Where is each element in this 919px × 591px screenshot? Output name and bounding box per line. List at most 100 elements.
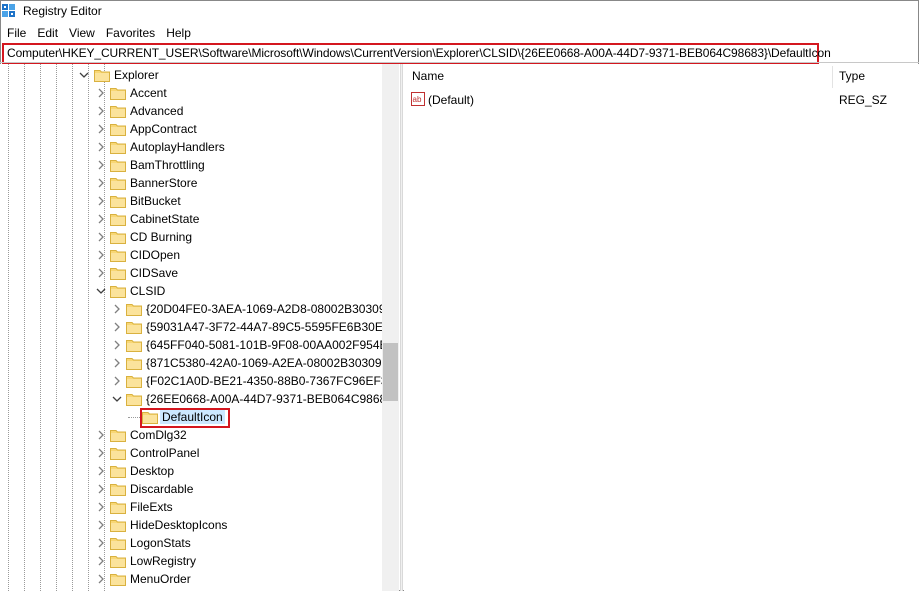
- tree-item-clsid-key[interactable]: {59031A47-3F72-44A7-89C5-5595FE6B30EE}: [0, 318, 395, 336]
- tree-item[interactable]: AutoplayHandlers: [0, 138, 382, 156]
- chevron-right-icon[interactable]: [95, 483, 107, 495]
- tree-item[interactable]: CIDSave: [0, 264, 382, 282]
- tree-item[interactable]: CD Burning: [0, 228, 382, 246]
- tree-item-clsid[interactable]: CLSID: [0, 282, 382, 300]
- tree-item[interactable]: BitBucket: [0, 192, 382, 210]
- tree-label: Accent: [130, 86, 167, 100]
- tree-item[interactable]: ControlPanel: [0, 444, 382, 462]
- tree-label: Advanced: [130, 104, 184, 118]
- folder-icon: [110, 194, 126, 208]
- chevron-down-icon[interactable]: [78, 69, 90, 81]
- title-bar[interactable]: Registry Editor: [0, 0, 919, 22]
- tree-item-clsid-key[interactable]: {645FF040-5081-101B-9F08-00AA002F954E}: [0, 336, 392, 354]
- chevron-right-icon[interactable]: [95, 195, 107, 207]
- folder-icon: [126, 338, 142, 352]
- chevron-right-icon[interactable]: [111, 303, 123, 315]
- chevron-down-icon[interactable]: [95, 285, 107, 297]
- tree-label: FileExts: [130, 500, 173, 514]
- chevron-right-icon[interactable]: [111, 375, 123, 387]
- tree-item[interactable]: LowRegistry: [0, 552, 382, 570]
- tree-label: HideDesktopIcons: [130, 518, 228, 532]
- folder-icon: [126, 356, 142, 370]
- folder-icon: [110, 140, 126, 154]
- tree-item[interactable]: Desktop: [0, 462, 382, 480]
- menu-edit[interactable]: Edit: [37, 23, 58, 42]
- address-bar[interactable]: Computer\HKEY_CURRENT_USER\Software\Micr…: [2, 43, 831, 64]
- chevron-right-icon[interactable]: [95, 555, 107, 567]
- chevron-right-icon[interactable]: [95, 249, 107, 261]
- chevron-right-icon[interactable]: [95, 537, 107, 549]
- menu-favorites[interactable]: Favorites: [106, 23, 155, 42]
- tree-item-explorer[interactable]: Explorer: [0, 66, 382, 84]
- tree-scroll-thumb[interactable]: [383, 343, 398, 401]
- tree-item[interactable]: LogonStats: [0, 534, 382, 552]
- tree-item[interactable]: Advanced: [0, 102, 382, 120]
- tree-item[interactable]: BamThrottling: [0, 156, 382, 174]
- folder-icon: [110, 464, 126, 478]
- tree-label: {645FF040-5081-101B-9F08-00AA002F954E}: [146, 338, 392, 352]
- tree-item-clsid-key[interactable]: {F02C1A0D-BE21-4350-88B0-7367FC96EF3C}: [0, 372, 399, 390]
- pane-splitter[interactable]: [400, 64, 403, 591]
- tree-item-clsid-key[interactable]: {871C5380-42A0-1069-A2EA-08002B30309D}: [0, 354, 394, 372]
- chevron-right-icon[interactable]: [95, 573, 107, 585]
- folder-icon: [110, 536, 126, 550]
- tree-label: LogonStats: [130, 536, 191, 550]
- tree-item[interactable]: BannerStore: [0, 174, 382, 192]
- values-pane[interactable]: Name Type ab (Default) REG_SZ: [404, 64, 919, 591]
- tree-item[interactable]: HideDesktopIcons: [0, 516, 382, 534]
- chevron-right-icon[interactable]: [95, 501, 107, 513]
- key-tree[interactable]: Explorer Accent Advanced AppContract Autopla…: [0, 64, 399, 591]
- chevron-right-icon[interactable]: [95, 231, 107, 243]
- value-row[interactable]: ab (Default) REG_SZ: [404, 91, 919, 109]
- menu-file[interactable]: File: [7, 23, 26, 42]
- chevron-right-icon[interactable]: [95, 177, 107, 189]
- folder-icon: [142, 410, 158, 424]
- chevron-right-icon[interactable]: [95, 87, 107, 99]
- column-divider[interactable]: [832, 66, 833, 88]
- folder-icon: [110, 158, 126, 172]
- menu-view[interactable]: View: [69, 23, 95, 42]
- folder-icon: [110, 500, 126, 514]
- chevron-right-icon[interactable]: [95, 141, 107, 153]
- folder-icon: [110, 284, 126, 298]
- column-name-header[interactable]: Name: [412, 64, 444, 88]
- tree-item[interactable]: CabinetState: [0, 210, 382, 228]
- tree-item[interactable]: Discardable: [0, 480, 382, 498]
- address-path[interactable]: Computer\HKEY_CURRENT_USER\Software\Micr…: [7, 46, 831, 61]
- tree-item[interactable]: FileExts: [0, 498, 382, 516]
- column-type-header[interactable]: Type: [839, 64, 865, 88]
- chevron-right-icon[interactable]: [95, 267, 107, 279]
- tree-label: MenuOrder: [130, 572, 191, 586]
- chevron-down-icon[interactable]: [111, 393, 123, 405]
- chevron-right-icon[interactable]: [95, 105, 107, 117]
- folder-icon: [126, 320, 142, 334]
- menu-help[interactable]: Help: [166, 23, 191, 42]
- tree-item[interactable]: CIDOpen: [0, 246, 382, 264]
- tree-item[interactable]: Accent: [0, 84, 382, 102]
- tree-item[interactable]: ComDlg32: [0, 426, 382, 444]
- folder-icon: [110, 122, 126, 136]
- folder-icon: [110, 482, 126, 496]
- chevron-right-icon[interactable]: [95, 429, 107, 441]
- folder-icon: [126, 302, 142, 316]
- chevron-right-icon[interactable]: [95, 447, 107, 459]
- tree-item-clsid-key[interactable]: {20D04FE0-3AEA-1069-A2D8-08002B30309D}: [0, 300, 398, 318]
- tree-label: ComDlg32: [130, 428, 187, 442]
- chevron-right-icon[interactable]: [111, 321, 123, 333]
- chevron-right-icon[interactable]: [95, 159, 107, 171]
- tree-scrollbar[interactable]: [382, 64, 399, 591]
- tree-item-clsid-key[interactable]: {26EE0668-A00A-44D7-9371-BEB064C98683}: [0, 390, 397, 408]
- tree-label: {26EE0668-A00A-44D7-9371-BEB064C98683}: [146, 392, 397, 406]
- tree-item[interactable]: MenuOrder: [0, 570, 382, 588]
- tree-item[interactable]: AppContract: [0, 120, 382, 138]
- chevron-right-icon[interactable]: [95, 123, 107, 135]
- chevron-right-icon[interactable]: [95, 519, 107, 531]
- chevron-right-icon[interactable]: [95, 465, 107, 477]
- chevron-right-icon[interactable]: [111, 339, 123, 351]
- tree-item-defaulticon[interactable]: DefaultIcon: [0, 408, 382, 426]
- chevron-right-icon[interactable]: [111, 357, 123, 369]
- tree-label: Explorer: [114, 68, 159, 82]
- chevron-right-icon[interactable]: [95, 213, 107, 225]
- tree-connector-line: [128, 417, 140, 418]
- folder-icon: [110, 572, 126, 586]
